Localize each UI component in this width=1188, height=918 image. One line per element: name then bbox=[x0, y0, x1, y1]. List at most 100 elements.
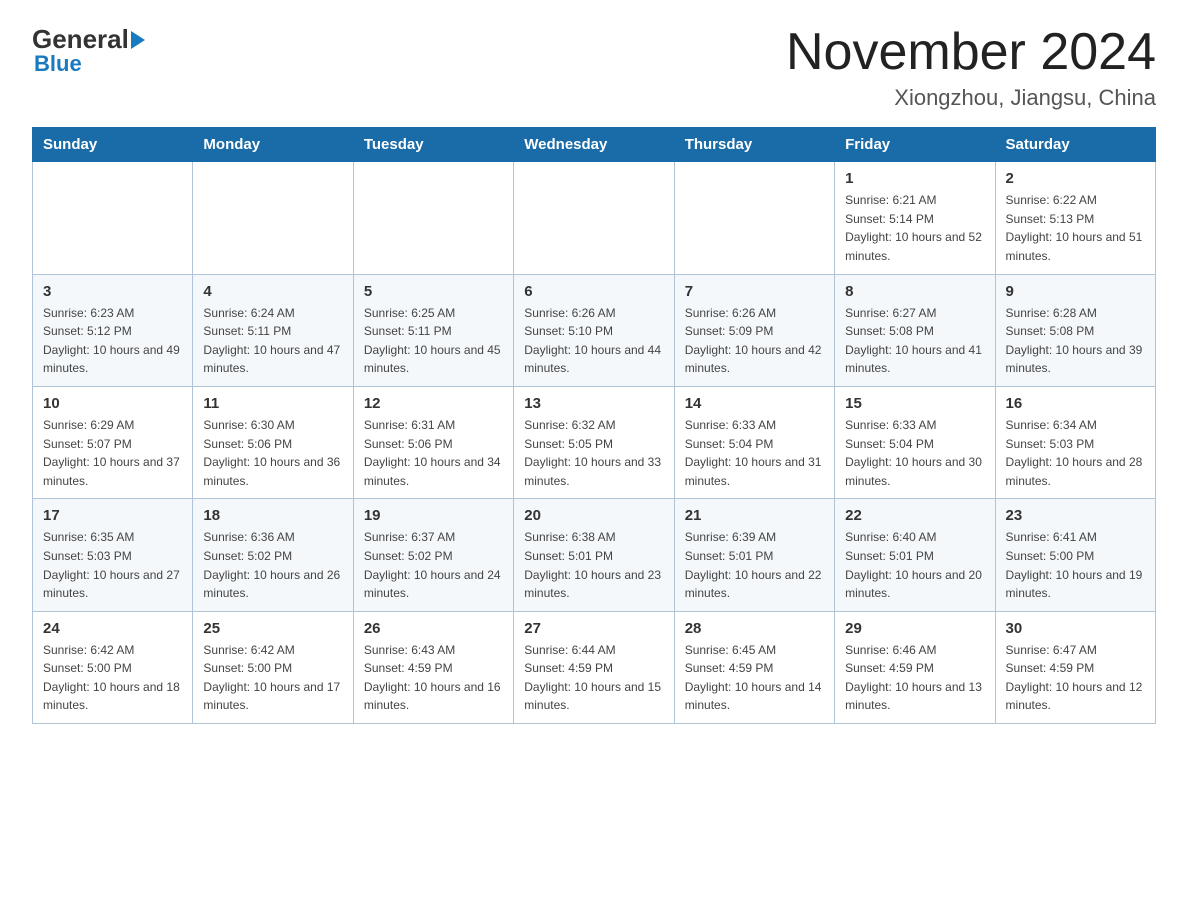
weekday-header-sunday: Sunday bbox=[33, 128, 193, 162]
day-number: 13 bbox=[524, 395, 663, 412]
day-info: Sunrise: 6:44 AMSunset: 4:59 PMDaylight:… bbox=[524, 641, 663, 715]
day-info: Sunrise: 6:27 AMSunset: 5:08 PMDaylight:… bbox=[845, 304, 984, 378]
month-title: November 2024 bbox=[786, 24, 1156, 81]
day-number: 3 bbox=[43, 283, 182, 300]
day-number: 26 bbox=[364, 620, 503, 637]
header-area: General Blue November 2024 Xiongzhou, Ji… bbox=[32, 24, 1156, 111]
day-number: 10 bbox=[43, 395, 182, 412]
day-info: Sunrise: 6:43 AMSunset: 4:59 PMDaylight:… bbox=[364, 641, 503, 715]
day-info: Sunrise: 6:42 AMSunset: 5:00 PMDaylight:… bbox=[43, 641, 182, 715]
day-info: Sunrise: 6:21 AMSunset: 5:14 PMDaylight:… bbox=[845, 191, 984, 265]
day-number: 12 bbox=[364, 395, 503, 412]
title-area: November 2024 Xiongzhou, Jiangsu, China bbox=[786, 24, 1156, 111]
day-info: Sunrise: 6:38 AMSunset: 5:01 PMDaylight:… bbox=[524, 528, 663, 602]
calendar-week-row: 24 Sunrise: 6:42 AMSunset: 5:00 PMDayligh… bbox=[33, 611, 1156, 723]
day-info: Sunrise: 6:35 AMSunset: 5:03 PMDaylight:… bbox=[43, 528, 182, 602]
day-number: 14 bbox=[685, 395, 824, 412]
calendar-cell: 26 Sunrise: 6:43 AMSunset: 4:59 PMDayligh… bbox=[353, 611, 513, 723]
calendar-cell: 1Sunrise: 6:21 AMSunset: 5:14 PMDaylight… bbox=[835, 162, 995, 274]
logo-arrow-icon bbox=[131, 31, 145, 49]
day-number: 21 bbox=[685, 507, 824, 524]
calendar-cell: 14 Sunrise: 6:33 AMSunset: 5:04 PMDayligh… bbox=[674, 386, 834, 498]
calendar-cell: 10 Sunrise: 6:29 AMSunset: 5:07 PMDayligh… bbox=[33, 386, 193, 498]
calendar-cell: 17 Sunrise: 6:35 AMSunset: 5:03 PMDayligh… bbox=[33, 499, 193, 611]
calendar-week-row: 1Sunrise: 6:21 AMSunset: 5:14 PMDaylight… bbox=[33, 162, 1156, 274]
day-info: Sunrise: 6:45 AMSunset: 4:59 PMDaylight:… bbox=[685, 641, 824, 715]
day-info: Sunrise: 6:40 AMSunset: 5:01 PMDaylight:… bbox=[845, 528, 984, 602]
calendar-cell: 22 Sunrise: 6:40 AMSunset: 5:01 PMDayligh… bbox=[835, 499, 995, 611]
calendar-cell: 18 Sunrise: 6:36 AMSunset: 5:02 PMDayligh… bbox=[193, 499, 353, 611]
day-number: 27 bbox=[524, 620, 663, 637]
day-info: Sunrise: 6:36 AMSunset: 5:02 PMDaylight:… bbox=[203, 528, 342, 602]
day-info: Sunrise: 6:25 AMSunset: 5:11 PMDaylight:… bbox=[364, 304, 503, 378]
day-number: 5 bbox=[364, 283, 503, 300]
calendar-cell: 21 Sunrise: 6:39 AMSunset: 5:01 PMDayligh… bbox=[674, 499, 834, 611]
weekday-header-thursday: Thursday bbox=[674, 128, 834, 162]
day-info: Sunrise: 6:28 AMSunset: 5:08 PMDaylight:… bbox=[1006, 304, 1145, 378]
calendar-cell: 13 Sunrise: 6:32 AMSunset: 5:05 PMDayligh… bbox=[514, 386, 674, 498]
day-number: 22 bbox=[845, 507, 984, 524]
day-number: 20 bbox=[524, 507, 663, 524]
calendar-week-row: 17 Sunrise: 6:35 AMSunset: 5:03 PMDayligh… bbox=[33, 499, 1156, 611]
day-info: Sunrise: 6:24 AMSunset: 5:11 PMDaylight:… bbox=[203, 304, 342, 378]
calendar-cell bbox=[353, 162, 513, 274]
day-number: 2 bbox=[1006, 170, 1145, 187]
day-number: 25 bbox=[203, 620, 342, 637]
day-number: 7 bbox=[685, 283, 824, 300]
day-number: 6 bbox=[524, 283, 663, 300]
day-number: 17 bbox=[43, 507, 182, 524]
weekday-header-tuesday: Tuesday bbox=[353, 128, 513, 162]
calendar-cell bbox=[193, 162, 353, 274]
calendar-cell bbox=[33, 162, 193, 274]
calendar-cell: 4Sunrise: 6:24 AMSunset: 5:11 PMDaylight… bbox=[193, 274, 353, 386]
day-info: Sunrise: 6:46 AMSunset: 4:59 PMDaylight:… bbox=[845, 641, 984, 715]
calendar-cell: 6 Sunrise: 6:26 AMSunset: 5:10 PMDaylight… bbox=[514, 274, 674, 386]
calendar-week-row: 3 Sunrise: 6:23 AMSunset: 5:12 PMDaylight… bbox=[33, 274, 1156, 386]
weekday-header-wednesday: Wednesday bbox=[514, 128, 674, 162]
day-number: 9 bbox=[1006, 283, 1145, 300]
calendar-cell: 23Sunrise: 6:41 AMSunset: 5:00 PMDayligh… bbox=[995, 499, 1155, 611]
weekday-header-friday: Friday bbox=[835, 128, 995, 162]
calendar-cell: 28 Sunrise: 6:45 AMSunset: 4:59 PMDayligh… bbox=[674, 611, 834, 723]
calendar-cell: 15 Sunrise: 6:33 AMSunset: 5:04 PMDayligh… bbox=[835, 386, 995, 498]
day-info: Sunrise: 6:31 AMSunset: 5:06 PMDaylight:… bbox=[364, 416, 503, 490]
calendar-cell bbox=[514, 162, 674, 274]
day-info: Sunrise: 6:23 AMSunset: 5:12 PMDaylight:… bbox=[43, 304, 182, 378]
day-info: Sunrise: 6:39 AMSunset: 5:01 PMDaylight:… bbox=[685, 528, 824, 602]
calendar-table: SundayMondayTuesdayWednesdayThursdayFrid… bbox=[32, 127, 1156, 724]
day-number: 28 bbox=[685, 620, 824, 637]
day-info: Sunrise: 6:30 AMSunset: 5:06 PMDaylight:… bbox=[203, 416, 342, 490]
day-info: Sunrise: 6:33 AMSunset: 5:04 PMDaylight:… bbox=[845, 416, 984, 490]
day-number: 15 bbox=[845, 395, 984, 412]
day-info: Sunrise: 6:32 AMSunset: 5:05 PMDaylight:… bbox=[524, 416, 663, 490]
calendar-cell: 3 Sunrise: 6:23 AMSunset: 5:12 PMDaylight… bbox=[33, 274, 193, 386]
day-info: Sunrise: 6:47 AMSunset: 4:59 PMDaylight:… bbox=[1006, 641, 1145, 715]
calendar-cell: 11 Sunrise: 6:30 AMSunset: 5:06 PMDayligh… bbox=[193, 386, 353, 498]
calendar-cell: 29 Sunrise: 6:46 AMSunset: 4:59 PMDayligh… bbox=[835, 611, 995, 723]
day-info: Sunrise: 6:42 AMSunset: 5:00 PMDaylight:… bbox=[203, 641, 342, 715]
calendar-cell: 9 Sunrise: 6:28 AMSunset: 5:08 PMDaylight… bbox=[995, 274, 1155, 386]
day-info: Sunrise: 6:33 AMSunset: 5:04 PMDaylight:… bbox=[685, 416, 824, 490]
day-info: Sunrise: 6:26 AMSunset: 5:09 PMDaylight:… bbox=[685, 304, 824, 378]
day-number: 19 bbox=[364, 507, 503, 524]
day-number: 18 bbox=[203, 507, 342, 524]
day-number: 16 bbox=[1006, 395, 1145, 412]
calendar-cell: 8Sunrise: 6:27 AMSunset: 5:08 PMDaylight… bbox=[835, 274, 995, 386]
location-title: Xiongzhou, Jiangsu, China bbox=[786, 85, 1156, 111]
calendar-cell: 5 Sunrise: 6:25 AMSunset: 5:11 PMDaylight… bbox=[353, 274, 513, 386]
calendar-cell: 30Sunrise: 6:47 AMSunset: 4:59 PMDayligh… bbox=[995, 611, 1155, 723]
calendar-week-row: 10 Sunrise: 6:29 AMSunset: 5:07 PMDayligh… bbox=[33, 386, 1156, 498]
calendar-cell: 20 Sunrise: 6:38 AMSunset: 5:01 PMDayligh… bbox=[514, 499, 674, 611]
calendar-cell: 24 Sunrise: 6:42 AMSunset: 5:00 PMDayligh… bbox=[33, 611, 193, 723]
day-info: Sunrise: 6:34 AMSunset: 5:03 PMDaylight:… bbox=[1006, 416, 1145, 490]
day-info: Sunrise: 6:29 AMSunset: 5:07 PMDaylight:… bbox=[43, 416, 182, 490]
day-number: 23 bbox=[1006, 507, 1145, 524]
day-number: 11 bbox=[203, 395, 342, 412]
calendar-cell: 25 Sunrise: 6:42 AMSunset: 5:00 PMDayligh… bbox=[193, 611, 353, 723]
calendar-cell: 19Sunrise: 6:37 AMSunset: 5:02 PMDayligh… bbox=[353, 499, 513, 611]
day-number: 29 bbox=[845, 620, 984, 637]
logo-area: General Blue bbox=[32, 24, 145, 77]
day-number: 24 bbox=[43, 620, 182, 637]
day-info: Sunrise: 6:26 AMSunset: 5:10 PMDaylight:… bbox=[524, 304, 663, 378]
calendar-cell: 7 Sunrise: 6:26 AMSunset: 5:09 PMDaylight… bbox=[674, 274, 834, 386]
